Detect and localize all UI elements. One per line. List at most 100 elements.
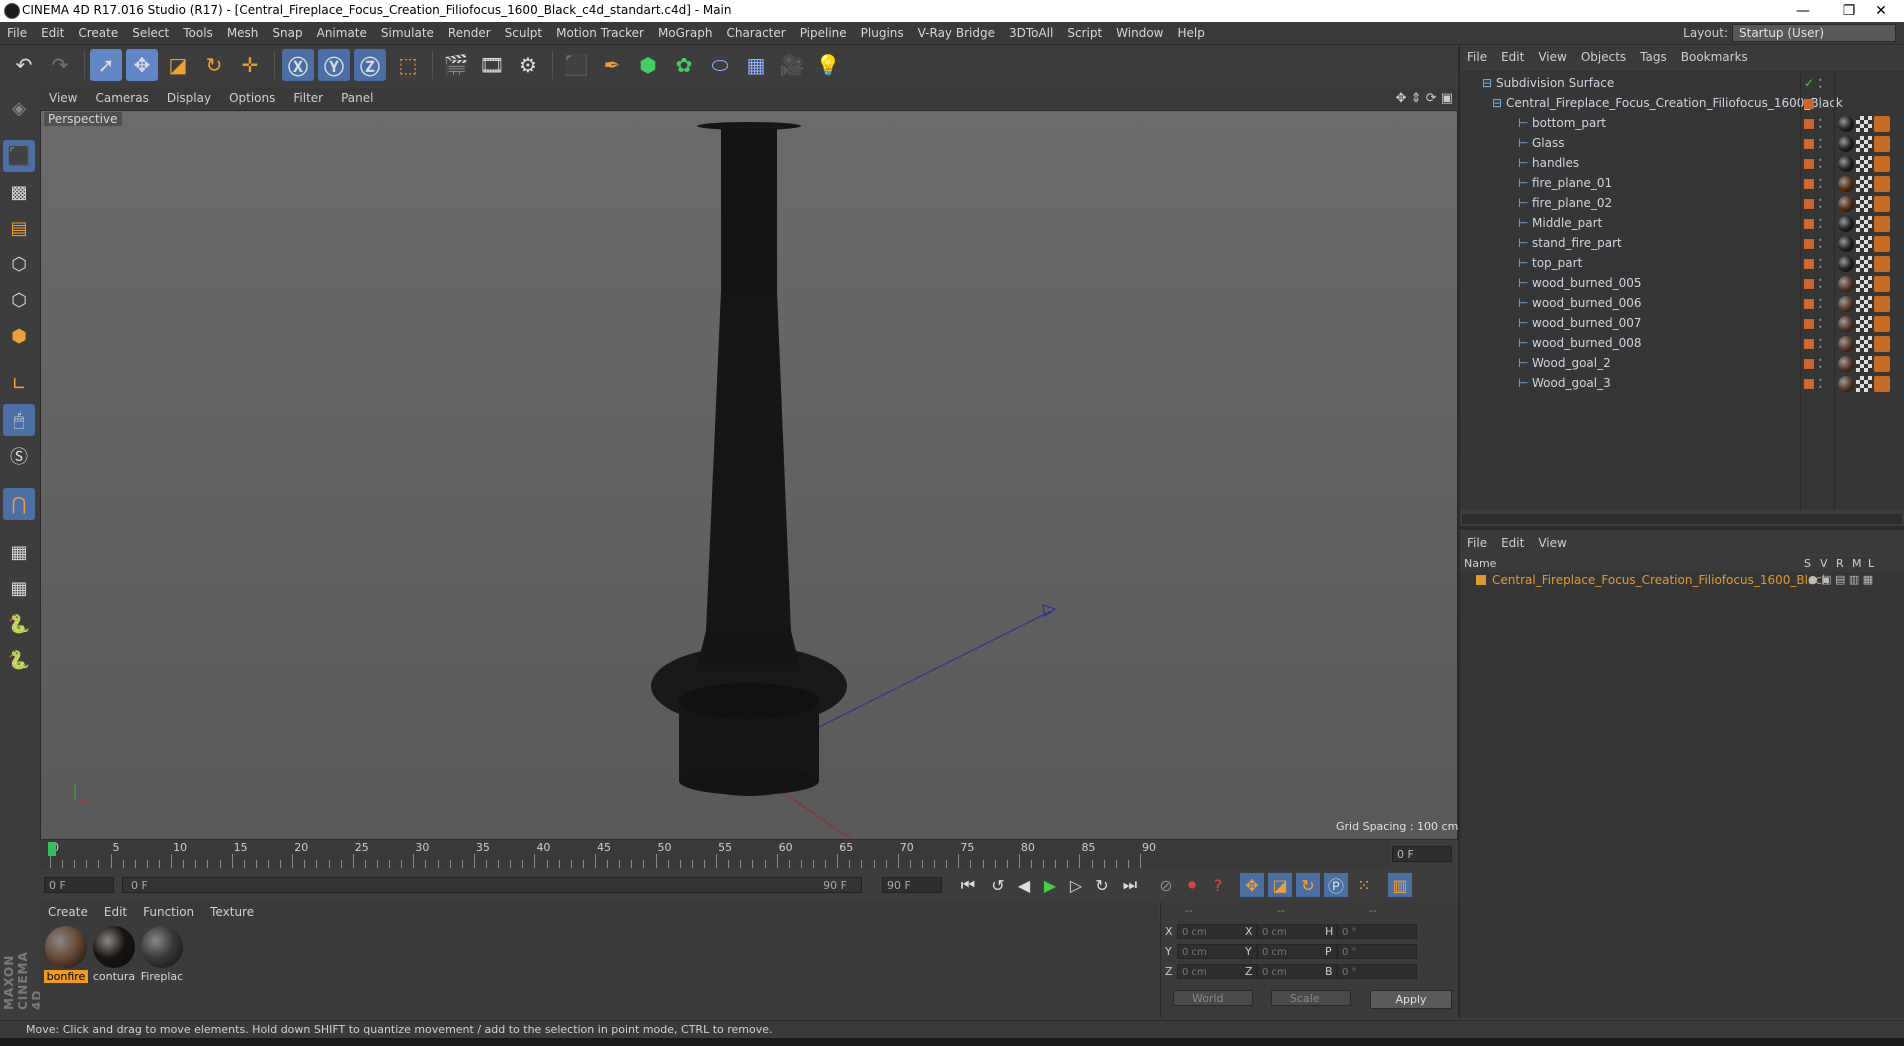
next-frame-icon[interactable]: ▷ [1064, 873, 1088, 897]
next-key-icon[interactable]: ↻ [1090, 873, 1114, 897]
model-mode-icon[interactable]: ⬛ [3, 140, 35, 172]
workplane-lock-icon[interactable]: ▦ [3, 536, 35, 568]
viewport-menu-display[interactable]: Display [158, 88, 220, 108]
previous-key-icon[interactable]: ↺ [986, 873, 1010, 897]
uvw-tag-icon[interactable] [1856, 236, 1872, 252]
material-menu-create[interactable]: Create [40, 902, 96, 922]
visibility-dots[interactable]: • • [1818, 197, 1823, 212]
menu-edit[interactable]: Edit [34, 22, 71, 44]
z-axis-lock-icon[interactable]: Ⓩ [354, 49, 386, 81]
texture-tag-icon[interactable] [1874, 236, 1890, 252]
object-menu-edit[interactable]: Edit [1494, 46, 1531, 68]
record-active-icon[interactable]: ⊘ [1154, 873, 1178, 897]
material-tag-icon[interactable] [1838, 336, 1854, 352]
menu-v-ray-bridge[interactable]: V-Ray Bridge [911, 22, 1002, 44]
material-tag-icon[interactable] [1838, 116, 1854, 132]
menu-window[interactable]: Window [1109, 22, 1170, 44]
timeline-playhead[interactable] [48, 842, 56, 856]
object-layer-square[interactable] [1804, 279, 1814, 289]
object-layer-square[interactable] [1804, 259, 1814, 269]
menu-create[interactable]: Create [71, 22, 125, 44]
camera-icon[interactable]: 🎥 [776, 49, 808, 81]
object-row[interactable]: ⊟ Central_Fireplace_Focus_Creation_Filiof… [1460, 94, 1904, 114]
autokey-icon[interactable]: ⏺ [1180, 873, 1204, 897]
object-layer-square[interactable] [1804, 99, 1814, 109]
texture-tag-icon[interactable] [1874, 376, 1890, 392]
key-rotation-icon[interactable]: ↻ [1296, 873, 1320, 897]
visibility-dots[interactable]: • • [1818, 237, 1823, 252]
coord-value-field[interactable]: 0 ° [1337, 924, 1417, 939]
key-position-icon[interactable]: ✥ [1240, 873, 1264, 897]
object-name[interactable]: Wood_goal_2 [1532, 356, 1611, 370]
texture-tag-icon[interactable] [1874, 216, 1890, 232]
menu-animate[interactable]: Animate [310, 22, 374, 44]
object-layer-square[interactable] [1804, 299, 1814, 309]
layer-column-name[interactable]: Name [1464, 557, 1496, 570]
viewport-menu-cameras[interactable]: Cameras [86, 88, 157, 108]
y-axis-lock-icon[interactable]: Ⓨ [318, 49, 350, 81]
object-name[interactable]: Glass [1532, 136, 1565, 150]
material-tag-icon[interactable] [1838, 196, 1854, 212]
subdivision-surface-icon[interactable]: ⬢ [632, 49, 664, 81]
menu-motion-tracker[interactable]: Motion Tracker [549, 22, 651, 44]
object-layer-square[interactable] [1804, 119, 1814, 129]
object-layer-square[interactable] [1804, 319, 1814, 329]
uvw-tag-icon[interactable] [1856, 356, 1872, 372]
object-name[interactable]: top_part [1532, 256, 1582, 270]
edges-mode-icon[interactable]: ⬡ [3, 284, 35, 316]
object-layer-square[interactable] [1804, 199, 1814, 209]
object-name[interactable]: fire_plane_01 [1532, 176, 1612, 190]
menu-3dtoall[interactable]: 3DToAll [1002, 22, 1060, 44]
texture-mode-icon[interactable]: ▩ [3, 176, 35, 208]
layer-column-l[interactable]: L [1868, 557, 1874, 570]
minimize-button[interactable]: — [1780, 0, 1826, 22]
redo-icon[interactable]: ↷ [44, 49, 76, 81]
render-settings-icon[interactable]: ⚙ [512, 49, 544, 81]
object-row[interactable]: ⊢ top_part • • [1460, 254, 1904, 274]
cube-primitive-icon[interactable]: ⬛ [560, 49, 592, 81]
rotate-tool-icon[interactable]: ↻ [198, 49, 230, 81]
undo-icon[interactable]: ↶ [8, 49, 40, 81]
key-parameter-icon[interactable]: Ⓟ [1324, 873, 1348, 897]
visibility-dots[interactable]: • • [1818, 377, 1823, 392]
visibility-dots[interactable]: • • [1818, 97, 1823, 112]
viewport-menu-filter[interactable]: Filter [284, 88, 332, 108]
live-selection-icon[interactable]: ➚ [90, 49, 122, 81]
menu-mograph[interactable]: MoGraph [651, 22, 720, 44]
layer-column-v[interactable]: V [1820, 557, 1828, 570]
close-button[interactable]: ✕ [1858, 0, 1904, 22]
material-contura[interactable]: contura [92, 926, 136, 983]
layer-name[interactable]: Central_Fireplace_Focus_Creation_Filiofo… [1492, 573, 1829, 587]
coord-value-field[interactable]: 0 ° [1337, 964, 1417, 979]
uvw-tag-icon[interactable] [1856, 296, 1872, 312]
polygons-mode-icon[interactable]: ⬢ [3, 320, 35, 352]
material-tag-icon[interactable] [1838, 356, 1854, 372]
texture-tag-icon[interactable] [1874, 316, 1890, 332]
visibility-dots[interactable]: • • [1818, 77, 1823, 92]
previous-frame-icon[interactable]: ◀ [1012, 873, 1036, 897]
viewport-menu-options[interactable]: Options [220, 88, 284, 108]
object-row[interactable]: ⊢ fire_plane_01 • • [1460, 174, 1904, 194]
spline-pen-icon[interactable]: ✒ [596, 49, 628, 81]
material-tag-icon[interactable] [1838, 276, 1854, 292]
object-row[interactable]: ⊢ handles • • [1460, 154, 1904, 174]
texture-tag-icon[interactable] [1874, 156, 1890, 172]
move-tool-icon[interactable]: ✥ [126, 49, 158, 81]
object-name[interactable]: bottom_part [1532, 116, 1606, 130]
texture-tag-icon[interactable] [1874, 196, 1890, 212]
right-panel-divider[interactable] [1458, 46, 1460, 1018]
scale-tool-icon[interactable]: ◪ [162, 49, 194, 81]
end-frame-field[interactable]: 90 F [882, 877, 942, 893]
uvw-tag-icon[interactable] [1856, 276, 1872, 292]
timeline-window-icon[interactable]: ▥ [1388, 873, 1412, 897]
material-fireplac[interactable]: Fireplac [140, 926, 184, 983]
object-row[interactable]: ⊢ Middle_part • • [1460, 214, 1904, 234]
visibility-dots[interactable]: • • [1818, 137, 1823, 152]
texture-tag-icon[interactable] [1874, 356, 1890, 372]
x-axis-lock-icon[interactable]: Ⓧ [282, 49, 314, 81]
uvw-tag-icon[interactable] [1856, 136, 1872, 152]
layout-dropdown[interactable]: Startup (User) [1732, 24, 1896, 42]
object-layer-square[interactable] [1804, 339, 1814, 349]
object-row[interactable]: ⊢ bottom_part • • [1460, 114, 1904, 134]
layer-column-r[interactable]: R [1836, 557, 1844, 570]
